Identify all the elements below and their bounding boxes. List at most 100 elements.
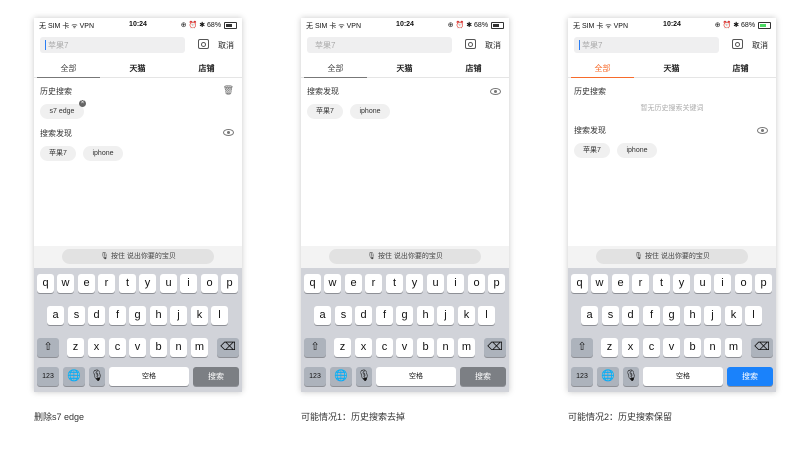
key-x[interactable]: x bbox=[88, 338, 105, 357]
key-c[interactable]: c bbox=[109, 338, 126, 357]
key-i[interactable]: i bbox=[180, 274, 197, 293]
key-h[interactable]: h bbox=[417, 306, 434, 325]
key-p[interactable]: p bbox=[221, 274, 238, 293]
key-r[interactable]: r bbox=[98, 274, 115, 293]
tab-shops[interactable]: 店铺 bbox=[706, 63, 775, 74]
key-z[interactable]: z bbox=[334, 338, 351, 357]
key-v[interactable]: v bbox=[129, 338, 146, 357]
discover-chip[interactable]: iphone bbox=[617, 143, 657, 158]
numbers-key[interactable]: 123 bbox=[571, 367, 593, 386]
key-w[interactable]: w bbox=[591, 274, 608, 293]
key-e[interactable]: e bbox=[345, 274, 362, 293]
mic-icon[interactable]: 🎙 bbox=[89, 367, 105, 386]
key-k[interactable]: k bbox=[725, 306, 742, 325]
key-m[interactable]: m bbox=[725, 338, 742, 357]
search-key[interactable]: 搜索 bbox=[460, 367, 506, 386]
key-s[interactable]: s bbox=[602, 306, 619, 325]
key-l[interactable]: l bbox=[478, 306, 495, 325]
key-l[interactable]: l bbox=[211, 306, 228, 325]
key-f[interactable]: f bbox=[643, 306, 660, 325]
key-h[interactable]: h bbox=[150, 306, 167, 325]
key-z[interactable]: z bbox=[601, 338, 618, 357]
key-f[interactable]: f bbox=[376, 306, 393, 325]
key-a[interactable]: a bbox=[47, 306, 64, 325]
key-y[interactable]: y bbox=[139, 274, 156, 293]
key-s[interactable]: s bbox=[335, 306, 352, 325]
key-w[interactable]: w bbox=[324, 274, 341, 293]
key-j[interactable]: j bbox=[170, 306, 187, 325]
key-f[interactable]: f bbox=[109, 306, 126, 325]
key-d[interactable]: d bbox=[88, 306, 105, 325]
cancel-button[interactable]: 取消 bbox=[218, 40, 234, 51]
key-x[interactable]: x bbox=[355, 338, 372, 357]
key-y[interactable]: y bbox=[406, 274, 423, 293]
key-g[interactable]: g bbox=[396, 306, 413, 325]
key-x[interactable]: x bbox=[622, 338, 639, 357]
key-m[interactable]: m bbox=[191, 338, 208, 357]
key-e[interactable]: e bbox=[612, 274, 629, 293]
history-chip[interactable]: s7 edge bbox=[40, 104, 84, 119]
mic-icon[interactable]: 🎙 bbox=[356, 367, 372, 386]
tab-tmall[interactable]: 天猫 bbox=[637, 63, 706, 74]
tab-all[interactable]: 全部 bbox=[568, 63, 637, 74]
space-key[interactable]: 空格 bbox=[643, 367, 723, 386]
discover-chip[interactable]: iphone bbox=[83, 146, 123, 161]
voice-button[interactable]: 🎙 按住 说出你要的宝贝 bbox=[329, 249, 481, 264]
cancel-button[interactable]: 取消 bbox=[485, 40, 501, 51]
tab-tmall[interactable]: 天猫 bbox=[370, 63, 439, 74]
key-p[interactable]: p bbox=[488, 274, 505, 293]
key-p[interactable]: p bbox=[755, 274, 772, 293]
key-r[interactable]: r bbox=[365, 274, 382, 293]
delete-chip-icon[interactable]: × bbox=[79, 100, 86, 107]
tab-all[interactable]: 全部 bbox=[301, 63, 370, 74]
key-g[interactable]: g bbox=[663, 306, 680, 325]
key-n[interactable]: n bbox=[437, 338, 454, 357]
key-h[interactable]: h bbox=[684, 306, 701, 325]
search-input[interactable]: 苹果7 bbox=[40, 37, 185, 53]
key-q[interactable]: q bbox=[304, 274, 321, 293]
key-b[interactable]: b bbox=[150, 338, 167, 357]
numbers-key[interactable]: 123 bbox=[304, 367, 326, 386]
key-m[interactable]: m bbox=[458, 338, 475, 357]
backspace-key[interactable]: ⌫ bbox=[217, 338, 239, 357]
camera-icon[interactable] bbox=[732, 39, 743, 49]
key-d[interactable]: d bbox=[355, 306, 372, 325]
key-y[interactable]: y bbox=[673, 274, 690, 293]
key-r[interactable]: r bbox=[632, 274, 649, 293]
key-j[interactable]: j bbox=[437, 306, 454, 325]
key-k[interactable]: k bbox=[191, 306, 208, 325]
space-key[interactable]: 空格 bbox=[376, 367, 456, 386]
space-key[interactable]: 空格 bbox=[109, 367, 189, 386]
tab-shops[interactable]: 店铺 bbox=[439, 63, 508, 74]
backspace-key[interactable]: ⌫ bbox=[751, 338, 773, 357]
key-q[interactable]: q bbox=[571, 274, 588, 293]
key-o[interactable]: o bbox=[468, 274, 485, 293]
discover-chip[interactable]: 苹果7 bbox=[574, 143, 610, 158]
key-o[interactable]: o bbox=[201, 274, 218, 293]
key-j[interactable]: j bbox=[704, 306, 721, 325]
key-w[interactable]: w bbox=[57, 274, 74, 293]
cancel-button[interactable]: 取消 bbox=[752, 40, 768, 51]
key-d[interactable]: d bbox=[622, 306, 639, 325]
tab-tmall[interactable]: 天猫 bbox=[103, 63, 172, 74]
key-v[interactable]: v bbox=[663, 338, 680, 357]
discover-chip[interactable]: 苹果7 bbox=[307, 104, 343, 119]
voice-button[interactable]: 🎙 按住 说出你要的宝贝 bbox=[596, 249, 748, 264]
globe-icon[interactable]: 🌐 bbox=[63, 367, 85, 386]
search-input[interactable]: 苹果7 bbox=[574, 37, 719, 53]
key-z[interactable]: z bbox=[67, 338, 84, 357]
tab-shops[interactable]: 店铺 bbox=[172, 63, 241, 74]
eye-icon[interactable] bbox=[757, 127, 768, 134]
shift-key[interactable]: ⇧ bbox=[37, 338, 59, 357]
key-n[interactable]: n bbox=[704, 338, 721, 357]
key-t[interactable]: t bbox=[386, 274, 403, 293]
discover-chip[interactable]: iphone bbox=[350, 104, 390, 119]
key-k[interactable]: k bbox=[458, 306, 475, 325]
globe-icon[interactable]: 🌐 bbox=[330, 367, 352, 386]
key-u[interactable]: u bbox=[427, 274, 444, 293]
search-key[interactable]: 搜索 bbox=[727, 367, 773, 386]
shift-key[interactable]: ⇧ bbox=[571, 338, 593, 357]
key-u[interactable]: u bbox=[160, 274, 177, 293]
key-n[interactable]: n bbox=[170, 338, 187, 357]
key-t[interactable]: t bbox=[119, 274, 136, 293]
